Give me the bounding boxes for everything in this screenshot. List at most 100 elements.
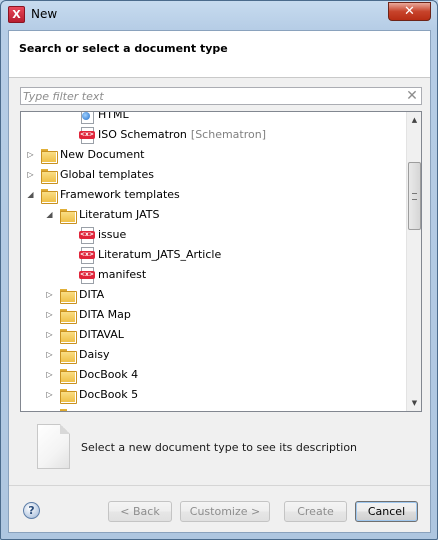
filter-input[interactable] [23,88,399,104]
folder-icon [60,387,77,404]
tree-item[interactable]: manifest [21,265,407,285]
new-dialog-window: X New ✕ Search or select a document type… [0,0,438,540]
tree-item-label: Framework templates [60,188,180,202]
expand-arrow-closed-icon[interactable]: ▷ [45,310,54,319]
expand-arrow-closed-icon[interactable]: ▷ [45,370,54,379]
document-type-tree[interactable]: HTML ISO Schematron[Schematron] ▷ New Docum… [20,111,422,412]
window-title: New [31,7,58,21]
folder-icon [60,287,77,304]
clear-filter-icon[interactable]: ✕ [405,88,419,104]
back-button[interactable]: < Back [108,501,172,522]
tree-item-label: ISO Schematron [Schematron] [98,128,266,142]
tree-item-text: Global templates [60,168,154,181]
expand-arrow-open-icon[interactable]: ◢ [26,190,35,199]
tree-item-label: New Document [60,148,144,162]
tree-item[interactable] [21,405,407,411]
tree-vertical-scrollbar[interactable]: ▲ ▼ [406,112,421,411]
folder-icon [60,367,77,384]
xml-file-icon [79,227,95,244]
expand-arrow-closed-icon[interactable]: ▷ [45,330,54,339]
close-icon: ✕ [404,4,415,19]
folder-icon [41,167,58,184]
tree-item[interactable]: ▷ DITA [21,285,407,305]
xml-file-icon [79,247,95,264]
oxygen-x-icon: X [8,6,25,23]
expand-arrow-closed-icon[interactable]: ▷ [45,350,54,359]
tree-item-text: DITA Map [79,308,131,321]
document-fold [60,424,70,434]
tree-item-label: DITA [79,288,104,302]
tree-item[interactable]: ▷ DocBook 5 [21,385,407,405]
tree-item-text: manifest [98,268,147,281]
scroll-up-arrow-icon[interactable]: ▲ [407,112,421,128]
cancel-button[interactable]: Cancel [355,501,418,522]
tree-item[interactable]: ▷ New Document [21,145,407,165]
expand-arrow-open-icon[interactable]: ◢ [45,210,54,219]
create-button[interactable]: Create [284,501,347,522]
dialog-content: Search or select a document type ✕ HTML I… [8,30,431,533]
tree-item-text: DocBook 4 [79,368,139,381]
tree-item[interactable]: ▷ DITAVAL [21,325,407,345]
xml-file-icon [79,127,95,144]
tree-item-type-tag: [Schematron] [190,128,267,141]
folder-icon [60,407,76,411]
tree-item-text: DITA [79,288,105,301]
tree-item-label: Daisy [79,348,110,362]
customize-button[interactable]: Customize > [180,501,270,522]
tree-item[interactable]: ▷ Daisy [21,345,407,365]
tree-item[interactable]: ▷ DITA Map [21,305,407,325]
tree-item-label: issue [98,228,126,242]
folder-icon [41,187,58,204]
help-icon[interactable]: ? [23,502,40,519]
folder-icon [41,147,58,164]
tree-item[interactable]: HTML [21,111,407,125]
expand-arrow-closed-icon[interactable]: ▷ [45,290,54,299]
tree-item-label: DITA Map [79,308,131,322]
tree-item-text: issue [98,228,127,241]
tree-item[interactable]: issue [21,225,407,245]
scrollbar-thumb[interactable] [408,162,421,230]
footer-divider [9,485,430,486]
dialog-header: Search or select a document type [9,31,430,78]
folder-icon [60,307,77,324]
tree-item-text: DocBook 5 [79,388,139,401]
tree-items: HTML ISO Schematron[Schematron] ▷ New Docum… [21,111,407,411]
tree-item-label: DocBook 5 [79,388,138,402]
tree-item-text: ISO Schematron [98,128,187,141]
tree-item[interactable]: ▷ Global templates [21,165,407,185]
close-button[interactable]: ✕ [388,2,431,21]
tree-item-label: DocBook 4 [79,368,138,382]
tree-item-text: Framework templates [60,188,180,201]
tree-item-text: Literatum JATS [79,208,160,221]
tree-item-label: Literatum_JATS_Article [98,248,221,262]
tree-item-text: New Document [60,148,145,161]
description-text: Select a new document type to see its de… [81,441,358,454]
folder-icon [60,347,77,364]
scroll-down-arrow-icon[interactable]: ▼ [407,395,421,411]
tree-item-text: HTML [98,111,129,121]
folder-icon [60,207,77,224]
tree-item[interactable]: ISO Schematron[Schematron] [21,125,407,145]
tree-item[interactable]: ◢ Literatum JATS [21,205,407,225]
title-bar[interactable]: X New ✕ [1,1,437,29]
tree-item-label: manifest [98,268,146,282]
filter-box[interactable]: ✕ [20,87,422,105]
tree-item-label: Global templates [60,168,154,182]
html-file-icon [79,112,95,124]
expand-arrow-closed-icon[interactable]: ▷ [45,390,54,399]
tree-item[interactable]: Literatum_JATS_Article [21,245,407,265]
expand-arrow-closed-icon[interactable]: ▷ [26,150,35,159]
tree-item-text: Literatum_JATS_Article [98,248,222,261]
tree-item-text: DITAVAL [79,328,124,341]
folder-icon [60,327,77,344]
tree-item-label: HTML [98,111,129,122]
tree-item[interactable]: ▷ DocBook 4 [21,365,407,385]
description-panel: Select a new document type to see its de… [35,424,415,474]
tree-item[interactable]: ◢ Framework templates [21,185,407,205]
xml-file-icon [79,267,95,284]
tree-item-text: Daisy [79,348,110,361]
tree-item-label: DITAVAL [79,328,124,342]
expand-arrow-closed-icon[interactable]: ▷ [26,170,35,179]
page-title: Search or select a document type [19,42,228,55]
tree-item-label: Literatum JATS [79,208,159,222]
